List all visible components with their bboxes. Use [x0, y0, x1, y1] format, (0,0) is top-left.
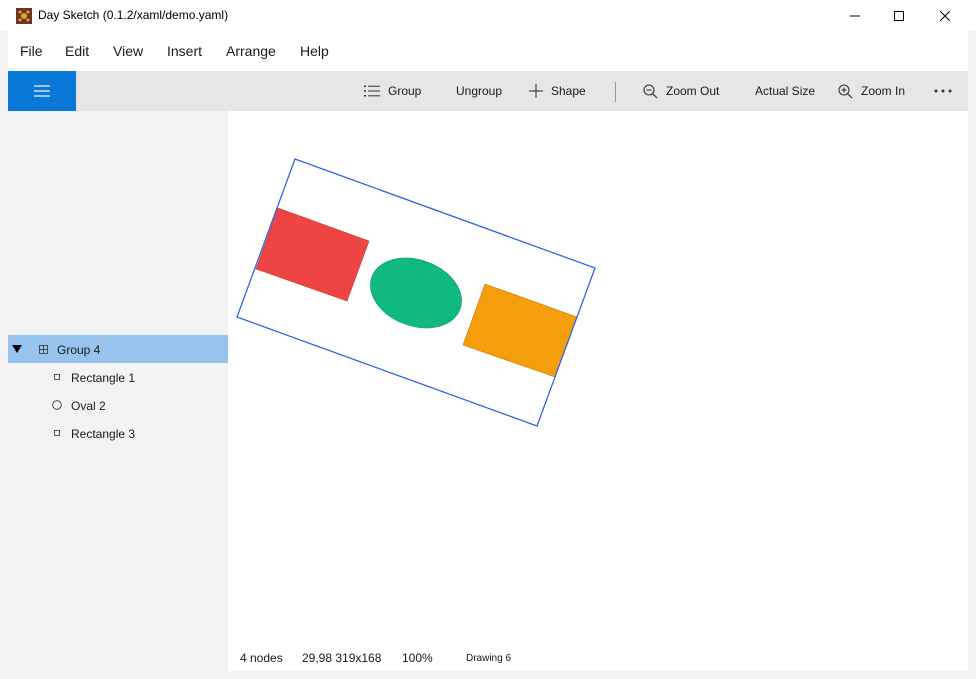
zoom-out-icon [643, 83, 658, 98]
drawing-canvas[interactable] [228, 111, 968, 671]
minimize-icon [850, 15, 860, 16]
drawing-surface[interactable] [228, 111, 968, 671]
maximize-button[interactable] [876, 0, 922, 31]
status-node-count: 4 nodes [240, 651, 283, 665]
app-icon [16, 8, 32, 24]
status-zoom: 100% [402, 651, 433, 665]
tree-item-rectangle-1[interactable]: Rectangle 1 [8, 363, 228, 391]
more-icon [934, 89, 952, 93]
menu-insert[interactable]: Insert [167, 43, 202, 59]
tree-item-rectangle-3[interactable]: Rectangle 3 [8, 419, 228, 447]
minimize-button[interactable] [832, 0, 878, 31]
shape-oval-2[interactable] [361, 246, 472, 340]
group-label: Group [388, 84, 422, 98]
rectangle-icon [54, 374, 60, 380]
more-button[interactable] [934, 71, 960, 111]
tree-item-label: Oval 2 [71, 399, 106, 413]
zoom-in-icon [838, 83, 853, 98]
shape-rectangle-1[interactable] [255, 207, 370, 302]
menu-bar: File Edit View Insert Arrange Help [8, 31, 968, 71]
rectangle-icon [54, 430, 60, 436]
zoom-in-button[interactable]: Zoom In [838, 71, 905, 111]
layer-tree: Group 4 Rectangle 1 Oval 2 Rectangle 3 [8, 111, 228, 671]
list-icon [364, 85, 380, 97]
toolbar: Group Ungroup Shape Zoom Out Actual Size… [8, 71, 968, 111]
menu-file[interactable]: File [20, 43, 43, 59]
shape-label: Shape [551, 84, 586, 98]
close-button[interactable] [922, 0, 968, 31]
tree-item-group-4[interactable]: Group 4 [8, 335, 228, 363]
shape-button[interactable]: Shape [529, 71, 586, 111]
close-icon [940, 10, 950, 21]
actual-size-button[interactable]: Actual Size [755, 71, 815, 111]
oval-icon [52, 400, 62, 410]
tree-item-label: Rectangle 1 [71, 371, 136, 385]
tree-item-label: Group 4 [57, 343, 101, 357]
plus-icon [529, 84, 543, 98]
zoom-out-button[interactable]: Zoom Out [643, 71, 719, 111]
actual-size-label: Actual Size [755, 84, 816, 98]
hamburger-icon [34, 85, 50, 97]
status-bounds: 29,98 319x168 [302, 651, 382, 665]
menu-view[interactable]: View [113, 43, 143, 59]
toolbar-separator [615, 82, 616, 102]
zoom-out-label: Zoom Out [666, 84, 720, 98]
pane-toggle-button[interactable] [8, 71, 76, 111]
tree-item-label: Rectangle 3 [71, 427, 136, 441]
ungroup-label: Ungroup [456, 84, 503, 98]
tree-item-oval-2[interactable]: Oval 2 [8, 391, 228, 419]
zoom-in-label: Zoom In [861, 84, 906, 98]
window-title: Day Sketch (0.1.2/xaml/demo.yaml) [38, 8, 229, 22]
group-button[interactable]: Group [364, 71, 421, 111]
expand-triangle-icon[interactable] [12, 344, 22, 354]
menu-arrange[interactable]: Arrange [226, 43, 276, 59]
ungroup-button[interactable]: Ungroup [456, 71, 502, 111]
menu-help[interactable]: Help [300, 43, 329, 59]
status-drawing-name: Drawing 6 [466, 653, 512, 664]
title-bar: Day Sketch (0.1.2/xaml/demo.yaml) [0, 0, 976, 31]
menu-edit[interactable]: Edit [65, 43, 89, 59]
group-icon [39, 345, 48, 354]
maximize-icon [894, 10, 904, 21]
